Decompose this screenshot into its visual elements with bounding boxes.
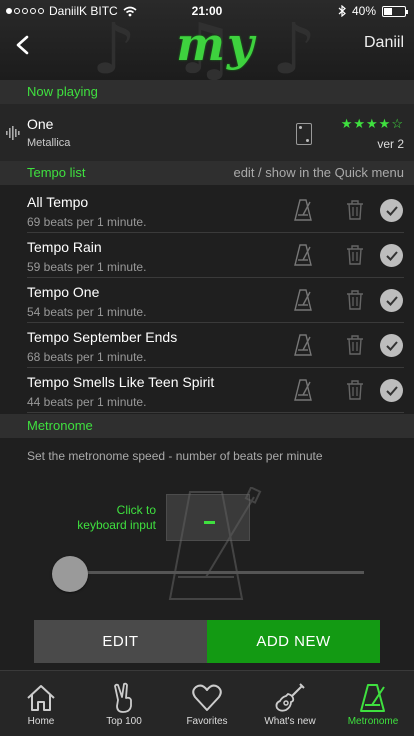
home-icon — [27, 685, 55, 711]
slider-track[interactable] — [62, 571, 364, 574]
tempo-list-section-header: Tempo list edit / show in the Quick menu — [0, 161, 414, 185]
song-version: ver 2 — [377, 137, 404, 151]
now-playing-section-header: Now playing — [0, 80, 414, 104]
bluetooth-icon — [338, 5, 346, 17]
tempo-name: All Tempo — [27, 194, 89, 210]
victory-hand-icon — [114, 682, 132, 713]
metronome-title: Metronome — [27, 418, 93, 433]
bpm-slider[interactable] — [52, 556, 364, 592]
tempo-list-item[interactable]: All Tempo 69 beats per 1 minute. — [0, 188, 414, 233]
tab-top-100[interactable]: Top 100 — [83, 671, 165, 736]
keyboard-hint-line-2: keyboard input — [77, 518, 156, 532]
checkmark-icon[interactable] — [380, 199, 403, 222]
tab-label: What's new — [264, 716, 316, 727]
metronome-icon[interactable] — [294, 379, 312, 401]
checkmark-icon[interactable] — [380, 289, 403, 312]
tab-label: Top 100 — [106, 716, 142, 727]
checkmark-icon[interactable] — [380, 379, 403, 402]
tab-metronome[interactable]: Metronome — [332, 671, 414, 736]
trash-icon[interactable] — [346, 335, 364, 355]
status-right: 40% — [338, 4, 408, 18]
tempo-name: Tempo September Ends — [27, 329, 178, 345]
keyboard-hint-line-1: Click to — [116, 503, 156, 517]
row-divider — [27, 412, 404, 413]
tempo-beats: 68 beats per 1 minute. — [27, 350, 147, 364]
add-new-button[interactable]: ADD NEW — [207, 620, 380, 663]
tempo-list-item[interactable]: Tempo September Ends 68 beats per 1 minut… — [0, 323, 414, 368]
tempo-name: Tempo Rain — [27, 239, 102, 255]
rating-stars[interactable]: ★★★★☆ — [341, 116, 404, 132]
slider-thumb[interactable] — [52, 556, 88, 592]
user-name[interactable]: Daniil — [364, 34, 404, 52]
song-card-icon[interactable] — [296, 123, 312, 145]
metronome-description: Set the metronome speed - number of beat… — [27, 449, 323, 463]
sound-wave-icon — [6, 126, 20, 140]
tempo-name: Tempo Smells Like Teen Spirit — [27, 374, 215, 390]
metronome-icon[interactable] — [294, 244, 312, 266]
tab-label: Favorites — [186, 716, 228, 727]
now-playing-song: One — [27, 116, 54, 132]
battery-icon — [382, 5, 408, 17]
tempo-list-item[interactable]: Tempo Smells Like Teen Spirit 44 beats pe… — [0, 368, 414, 413]
trash-icon[interactable] — [346, 245, 364, 265]
battery-percent: 40% — [351, 4, 376, 18]
tempo-list-item[interactable]: Tempo Rain 59 beats per 1 minute. — [0, 233, 414, 278]
guitar-icon — [275, 683, 305, 712]
now-playing-title: Now playing — [27, 84, 98, 99]
app-logo: my guitar — [131, 17, 299, 80]
trash-icon[interactable] — [346, 200, 364, 220]
text-cursor — [204, 521, 215, 524]
metronome-section-header: Metronome — [0, 414, 414, 438]
now-playing-artist: Metallica — [27, 137, 71, 149]
edit-button[interactable]: EDIT — [34, 620, 207, 663]
keyboard-input-hint: Click to keyboard input — [74, 503, 156, 533]
tempo-list-item[interactable]: Tempo One 54 beats per 1 minute. — [0, 278, 414, 323]
tempo-list-edit-hint[interactable]: edit / show in the Quick menu — [233, 165, 404, 180]
tempo-list-title: Tempo list — [27, 165, 86, 180]
tempo-beats: 69 beats per 1 minute. — [27, 215, 147, 229]
tab-home[interactable]: Home — [0, 671, 82, 736]
tempo-beats: 54 beats per 1 minute. — [27, 305, 147, 319]
now-playing-row[interactable]: One Metallica ★★★★☆ ver 2 — [0, 104, 414, 162]
tab-bar: Home Top 100 Favorites What's new Metron… — [0, 670, 414, 736]
checkmark-icon[interactable] — [380, 334, 403, 357]
tab-whats-new[interactable]: What's new — [249, 671, 331, 736]
trash-icon[interactable] — [346, 380, 364, 400]
heart-icon — [192, 684, 222, 711]
bpm-input[interactable] — [166, 494, 250, 541]
tempo-beats: 59 beats per 1 minute. — [27, 260, 147, 274]
metronome-icon[interactable] — [294, 334, 312, 356]
metronome-icon[interactable] — [294, 199, 312, 221]
app-header: ♪ ♫ ♪ DaniilK BITC 21:00 40% my guitar D… — [0, 0, 414, 80]
trash-icon[interactable] — [346, 290, 364, 310]
tempo-name: Tempo One — [27, 284, 100, 300]
tab-label: Metronome — [347, 716, 399, 727]
back-icon[interactable] — [12, 34, 34, 56]
tab-favorites[interactable]: Favorites — [166, 671, 248, 736]
metronome-icon — [360, 684, 385, 712]
tab-label: Home — [27, 716, 55, 727]
metronome-icon[interactable] — [294, 289, 312, 311]
checkmark-icon[interactable] — [380, 244, 403, 267]
tempo-beats: 44 beats per 1 minute. — [27, 395, 147, 409]
